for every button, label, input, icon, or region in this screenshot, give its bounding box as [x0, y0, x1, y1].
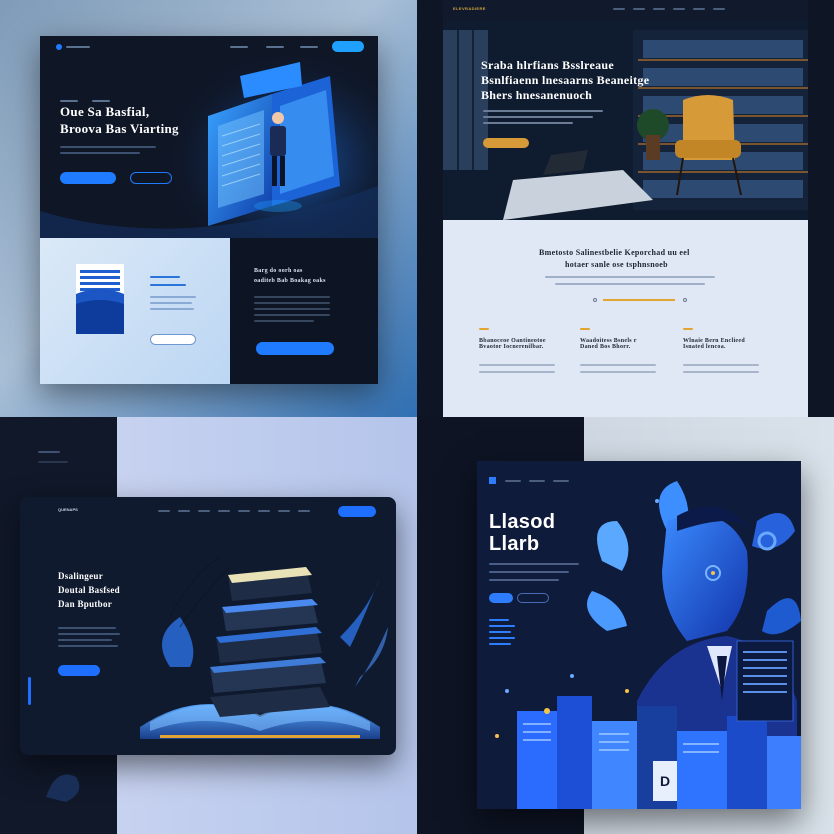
q1-card: Oue Sa Basfial, Broova Bas Viarting Barg…: [40, 36, 378, 384]
q3-nav-5[interactable]: [238, 510, 250, 512]
q2-feature-col-1: Bbanoceoe Oantineotoe Bvaotor Iocnerenil…: [479, 328, 569, 373]
q3-nav-cta-button[interactable]: [338, 506, 376, 517]
q2-feature-tag: [683, 328, 693, 330]
q1-panel-cta-button[interactable]: [256, 342, 334, 355]
q2-feature-text: [683, 371, 759, 373]
q2-feature-subtitle: Daned Bos Bhorr.: [580, 344, 631, 350]
q3-side-label: [38, 451, 60, 453]
q4-chip: D: [653, 761, 677, 801]
q2-feature-text: [683, 364, 759, 366]
q2-headline-3: Bhers hnesanenuoch: [481, 88, 593, 102]
q1-panel-text-1: [150, 276, 180, 278]
q3-headline-1: Dsalingeur: [58, 571, 104, 581]
q2-hero-photo: [443, 20, 808, 220]
mockup-grid: Oue Sa Basfial, Broova Bas Viarting Barg…: [0, 0, 834, 834]
q1-panel-button[interactable]: [150, 334, 196, 345]
q3-text-2: [58, 633, 120, 635]
q3-text-4: [58, 645, 118, 647]
q1-panel-body-5: [254, 320, 314, 322]
q1-bottom-left-panel: [40, 238, 230, 384]
q1-panel-text-2: [150, 284, 186, 286]
q3-brand[interactable]: QUENAPS: [58, 507, 78, 512]
q3-nav-3[interactable]: [198, 510, 210, 512]
q2-section-title-2: hotaer sanle ose tsphnsnoeb: [565, 260, 668, 269]
q2-hero-text-3: [483, 122, 573, 124]
mockup-bottom-right: Llasod Llarb D: [417, 417, 834, 834]
q1-panel-title: Barg do oorh oas: [254, 268, 303, 274]
q1-document-illustration: [76, 264, 124, 334]
q2-nav-5[interactable]: [693, 8, 705, 10]
q1-panel-text-3: [150, 296, 196, 298]
q3-card: QUENAPS Dsalingeur Doutal Basfsed Dan Bp…: [20, 497, 396, 755]
q3-nav-1[interactable]: [158, 510, 170, 512]
q2-feature-text: [580, 364, 656, 366]
mockup-top-left: Oue Sa Basfial, Broova Bas Viarting Barg…: [0, 0, 417, 417]
q2-section-text-1: [545, 276, 715, 278]
mockup-top-right: ELEVRADIERE Sraba hlrfians Bsslreaue Bsn…: [417, 0, 834, 417]
q1-bottom-right-panel: Barg do oorh oas oaditeb Bab Boakag oaks: [230, 238, 378, 384]
q1-hero-illustration: [40, 56, 378, 246]
q2-feature-text: [479, 364, 555, 366]
q1-panel-body-2: [254, 302, 330, 304]
q2-hero-button[interactable]: [483, 138, 529, 148]
q3-headline-2: Doutal Basfsed: [58, 585, 120, 595]
q3-cta-button[interactable]: [58, 665, 100, 676]
q2-feature-subtitle: Isnated lencoa.: [683, 344, 726, 350]
q2-headline-2: Bsnlfiaenn lnesaarns Beaneitge: [481, 73, 650, 87]
q1-panel-body-1: [254, 296, 330, 298]
q2-feature-text: [580, 371, 656, 373]
q3-text-1: [58, 627, 116, 629]
q1-panel-title-2: oaditeb Bab Boakag oaks: [254, 278, 326, 284]
q2-feature-col-2: Waadoitess Bsnels r Daned Bos Bhorr.: [580, 328, 670, 373]
q2-nav-1[interactable]: [613, 8, 625, 10]
mockup-bottom-left: QUENAPS Dsalingeur Doutal Basfsed Dan Bp…: [0, 417, 417, 834]
q2-feature-text: [479, 371, 555, 373]
q4-portrait-illustration: [495, 481, 801, 809]
q1-panel-body-3: [254, 308, 330, 310]
q2-feature-tag: [479, 328, 489, 330]
q3-book-illustration: [140, 556, 388, 739]
q1-panel-text-5: [150, 308, 194, 310]
q2-card: ELEVRADIERE Sraba hlrfians Bsslreaue Bsn…: [443, 0, 808, 417]
q2-feature-tag: [580, 328, 590, 330]
q3-nav-8[interactable]: [298, 510, 310, 512]
q2-nav-3[interactable]: [653, 8, 665, 10]
q3-nav-4[interactable]: [218, 510, 230, 512]
q2-headline-1: Sraba hlrfians Bsslreaue: [481, 58, 614, 72]
q2-nav-2[interactable]: [633, 8, 645, 10]
q2-logo[interactable]: ELEVRADIERE: [453, 6, 486, 11]
q2-hero-text-1: [483, 110, 603, 112]
q2-lower-section: Bmetosto Salinestbelie Keporchad uu eel …: [443, 220, 808, 417]
q2-slider-dot-2[interactable]: [683, 298, 687, 302]
q2-feature-subtitle: Bvaotor Iocnerenilbar.: [479, 344, 544, 350]
q2-nav-6[interactable]: [713, 8, 725, 10]
q2-slider-dot[interactable]: [593, 298, 597, 302]
q3-headline-3: Dan Bputbor: [58, 599, 113, 609]
q3-side-label-2: [38, 461, 68, 463]
q3-bottom-leaf-icon: [46, 774, 80, 802]
q2-hero-text-2: [483, 116, 593, 118]
q3-nav-2[interactable]: [178, 510, 190, 512]
q3-text-3: [58, 639, 112, 641]
q2-slider-bar[interactable]: [603, 299, 675, 301]
q2-nav-4[interactable]: [673, 8, 685, 10]
q1-panel-body-4: [254, 314, 330, 316]
q2-section-text-2: [555, 283, 705, 285]
q3-scroll-indicator[interactable]: [28, 677, 31, 705]
q1-panel-text-4: [150, 302, 192, 304]
q2-feature-col-3: Wlnaie Bern Enclieed Isnated lencoa.: [683, 328, 773, 373]
q4-card: Llasod Llarb D: [477, 461, 801, 809]
q3-nav-7[interactable]: [278, 510, 290, 512]
q3-nav-6[interactable]: [258, 510, 270, 512]
q2-section-title-1: Bmetosto Salinestbelie Keporchad uu eel: [539, 248, 690, 257]
